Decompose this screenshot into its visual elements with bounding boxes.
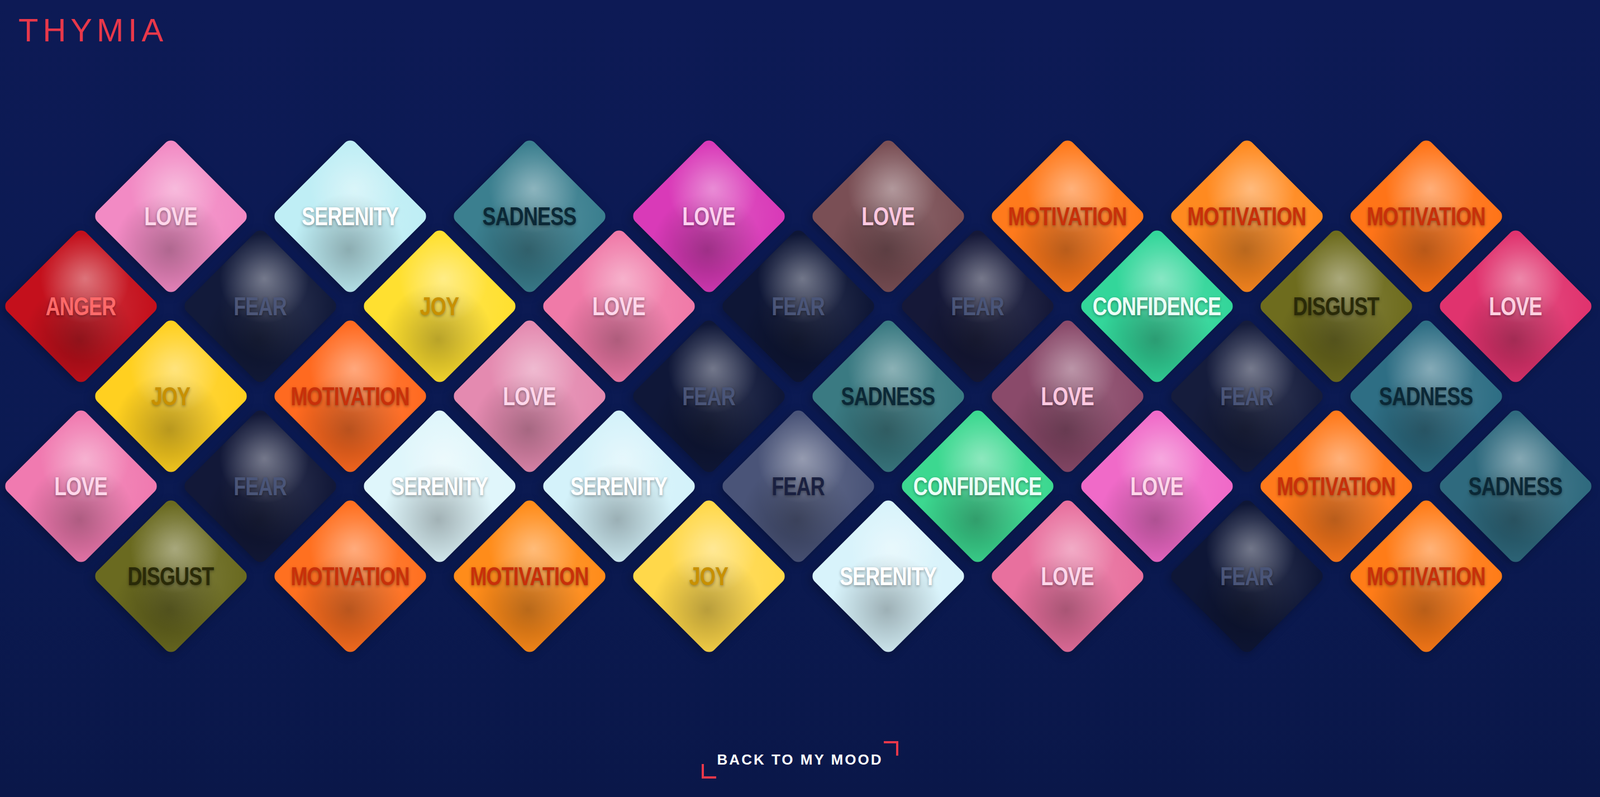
tile-label: MOTIVATION — [279, 561, 420, 590]
mood-tile[interactable]: FEAR — [1156, 350, 1337, 441]
tile-label: LOVE — [10, 471, 151, 500]
tile-label: FEAR — [727, 291, 868, 321]
mood-tile[interactable]: LOVE — [0, 440, 171, 531]
mood-tile[interactable]: LOVE — [1067, 440, 1247, 531]
tile-label: FEAR — [1176, 381, 1317, 411]
tile-label: JOY — [369, 291, 509, 321]
tile-label: SERENITY — [548, 471, 689, 500]
mood-tile[interactable]: FEAR — [1156, 530, 1337, 621]
tile-label: CONFIDENCE — [1086, 291, 1227, 321]
mood-tile[interactable]: SERENITY — [349, 440, 530, 531]
mood-tile[interactable]: MOTIVATION — [1156, 170, 1337, 261]
tile-label: FEAR — [189, 291, 330, 321]
mood-tile[interactable]: MOTIVATION — [260, 350, 440, 441]
tile-row: LOVE FEAR SERENITY SERENITY FEAR CONFIDENCE LO… — [0, 440, 1600, 531]
mood-tile[interactable]: JOY — [618, 530, 799, 621]
tile-row: LOVE SERENITY SADNESS LOVE LOVE MOTIVATION MOT… — [81, 170, 1600, 261]
tile-label: SERENITY — [369, 471, 509, 500]
mood-tile[interactable]: MOTIVATION — [977, 170, 1157, 261]
tile-label: MOTIVATION — [1355, 561, 1496, 590]
mood-tile[interactable]: LOVE — [439, 350, 619, 441]
mood-tile[interactable]: LOVE — [1425, 260, 1600, 351]
mood-tile[interactable]: LOVE — [798, 170, 978, 261]
mood-tile[interactable]: DISGUST — [1246, 260, 1426, 351]
tile-label: LOVE — [817, 201, 958, 231]
mood-tile[interactable]: MOTIVATION — [260, 530, 440, 621]
tile-row: JOY MOTIVATION LOVE FEAR SADNESS LOVE FEAR SADN… — [81, 350, 1600, 441]
mood-tile[interactable]: LOVE — [618, 170, 799, 261]
mood-tile[interactable]: SADNESS — [1425, 440, 1600, 531]
mood-tile[interactable]: SADNESS — [439, 170, 619, 261]
tile-label: MOTIVATION — [1355, 201, 1496, 231]
tile-label: LOVE — [997, 381, 1137, 411]
footer: BACK TO MY MOOD — [0, 740, 1600, 779]
mood-tile[interactable]: FEAR — [708, 440, 888, 531]
logo[interactable]: THYMIA — [18, 12, 168, 49]
tile-row: ANGER FEAR JOY LOVE FEAR FEAR CONFIDENCE DISGUS… — [0, 260, 1600, 351]
mood-tile[interactable]: CONFIDENCE — [1067, 260, 1247, 351]
mood-tile[interactable]: SERENITY — [798, 530, 978, 621]
tile-label: MOTIVATION — [279, 381, 420, 411]
mood-tile[interactable]: FEAR — [170, 260, 350, 351]
mood-tile[interactable]: JOY — [81, 350, 261, 441]
tile-label: JOY — [638, 561, 779, 590]
mood-tile[interactable]: FEAR — [887, 260, 1068, 351]
mood-tile[interactable]: LOVE — [977, 350, 1157, 441]
mood-tile[interactable]: ANGER — [0, 260, 171, 351]
mood-tile[interactable]: SERENITY — [260, 170, 440, 261]
mood-tile[interactable]: MOTIVATION — [1336, 170, 1516, 261]
tile-label: LOVE — [100, 201, 241, 231]
tile-label: LOVE — [1086, 471, 1227, 500]
tile-label: ANGER — [10, 291, 151, 321]
tile-label: LOVE — [638, 201, 779, 231]
header: THYMIA — [0, 0, 1600, 56]
mood-tile[interactable]: MOTIVATION — [1246, 440, 1426, 531]
back-button[interactable]: BACK TO MY MOOD — [701, 740, 899, 779]
mood-tile[interactable]: LOVE — [529, 260, 709, 351]
tile-label: SADNESS — [1355, 381, 1496, 411]
tile-label: LOVE — [1445, 291, 1585, 321]
tile-label: SERENITY — [279, 201, 420, 231]
mood-tile[interactable]: JOY — [349, 260, 530, 351]
mood-tile[interactable]: FEAR — [618, 350, 799, 441]
mood-tile[interactable]: LOVE — [977, 530, 1157, 621]
tile-label: SADNESS — [1445, 471, 1585, 500]
mood-tile[interactable]: MOTIVATION — [439, 530, 619, 621]
mood-tile[interactable]: LOVE — [81, 170, 261, 261]
mood-tile[interactable]: CONFIDENCE — [887, 440, 1068, 531]
tile-label: SADNESS — [459, 201, 599, 231]
tile-label: DISGUST — [100, 561, 241, 590]
mood-tile[interactable]: FEAR — [170, 440, 350, 531]
tile-label: SADNESS — [817, 381, 958, 411]
mood-tile[interactable]: FEAR — [708, 260, 888, 351]
tile-label: MOTIVATION — [997, 201, 1137, 231]
mood-tile[interactable]: MOTIVATION — [1336, 530, 1516, 621]
tile-label: FEAR — [189, 471, 330, 500]
tile-label: LOVE — [459, 381, 599, 411]
mood-tile[interactable]: SERENITY — [529, 440, 709, 531]
tile-label: FEAR — [727, 471, 868, 500]
tile-label: DISGUST — [1265, 291, 1406, 321]
mood-grid: LOVE SERENITY SADNESS LOVE LOVE MOTIVATION MOT… — [0, 170, 1600, 621]
mood-tile[interactable]: SADNESS — [798, 350, 978, 441]
tile-label: MOTIVATION — [459, 561, 599, 590]
mood-tile[interactable]: SADNESS — [1336, 350, 1516, 441]
tile-label: CONFIDENCE — [907, 471, 1047, 500]
tile-label: FEAR — [638, 381, 779, 411]
tile-row: DISGUST MOTIVATION MOTIVATION JOY SERENITY LO… — [81, 530, 1600, 621]
tile-label: LOVE — [548, 291, 689, 321]
tile-label: MOTIVATION — [1265, 471, 1406, 500]
tile-label: MOTIVATION — [1176, 201, 1317, 231]
tile-label: LOVE — [997, 561, 1137, 590]
tile-label: FEAR — [907, 291, 1047, 321]
tile-label: SERENITY — [817, 561, 958, 590]
tile-label: JOY — [100, 381, 241, 411]
tile-label: FEAR — [1176, 561, 1317, 590]
mood-tile[interactable]: DISGUST — [81, 530, 261, 621]
